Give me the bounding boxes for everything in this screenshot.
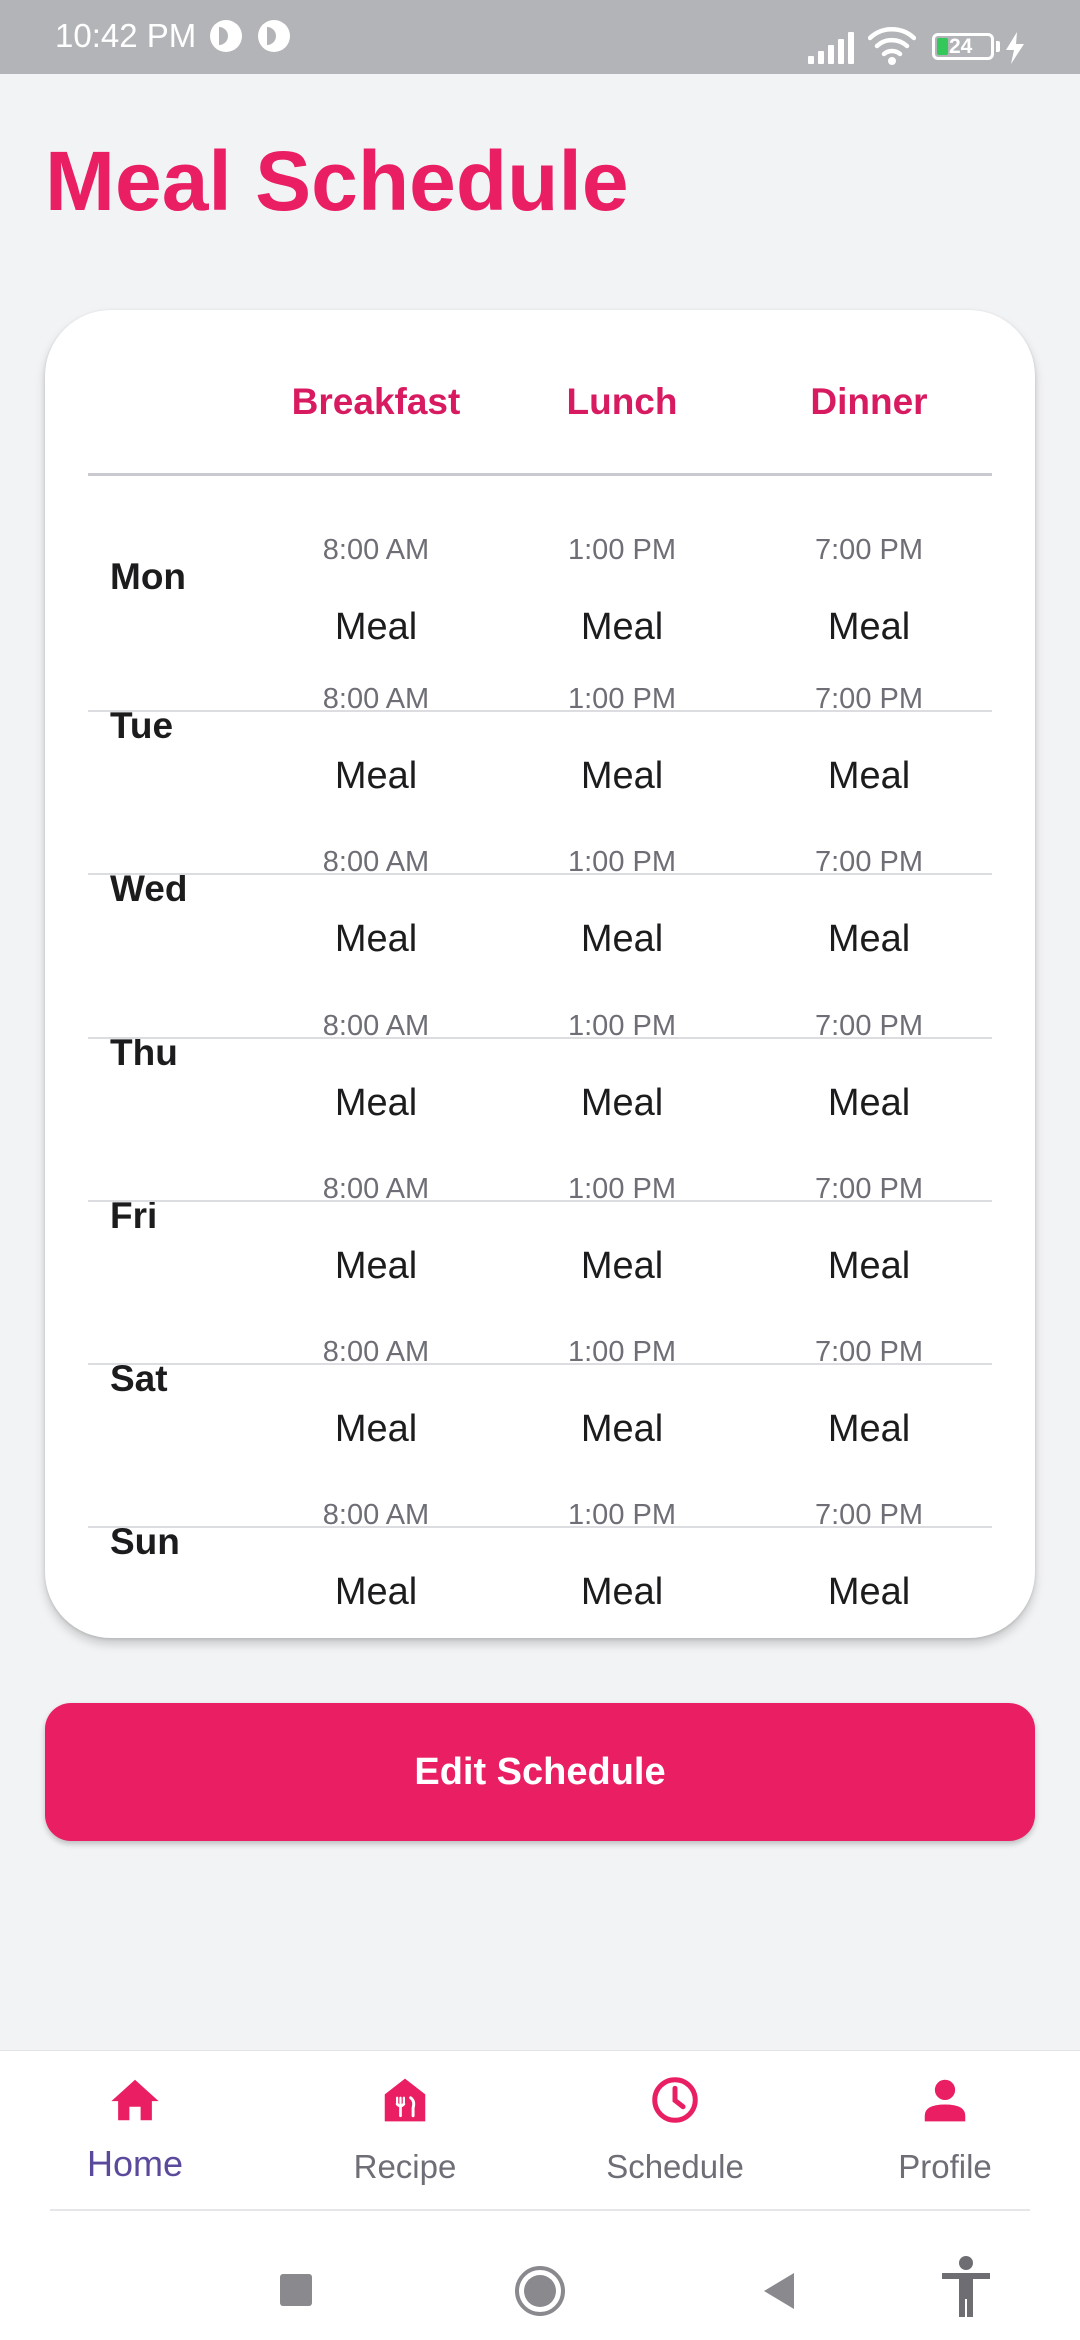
meal-cell[interactable]: Meal <box>759 602 979 652</box>
row-divider <box>88 1037 992 1039</box>
meal-time: 7:00 PM <box>815 1336 923 1368</box>
system-nav-bar <box>0 2211 1080 2340</box>
day-label-wed: Wed <box>110 868 188 909</box>
meal-time: 1:00 PM <box>568 1010 676 1042</box>
column-header-dinner: Dinner <box>810 381 928 422</box>
meal-time: 1:00 PM <box>568 1499 676 1531</box>
recents-icon[interactable] <box>279 2273 313 2307</box>
meal-cell[interactable]: Meal <box>759 914 979 964</box>
meal-cell[interactable]: Meal <box>266 914 486 964</box>
column-header-lunch: Lunch <box>566 381 678 422</box>
row-divider <box>88 873 992 875</box>
meal-time: 1:00 PM <box>568 1336 676 1368</box>
charging-icon <box>1006 32 1024 64</box>
meal-cell[interactable]: Meal <box>266 602 486 652</box>
row-divider <box>88 1200 992 1202</box>
meal-time: 7:00 PM <box>815 1010 923 1042</box>
meal-cell[interactable]: Meal <box>266 1078 486 1128</box>
header-divider <box>88 473 992 476</box>
meal-time: 8:00 AM <box>322 1336 430 1368</box>
day-label-sat: Sat <box>110 1358 168 1399</box>
nav-item-schedule[interactable]: Schedule <box>555 2051 795 2211</box>
wifi-icon <box>868 27 916 65</box>
meal-time: 1:00 PM <box>568 534 676 566</box>
status-bar: 10:42 PM 24 <box>0 0 1080 74</box>
nav-label-schedule: Schedule <box>606 2148 744 2185</box>
meal-cell[interactable]: Meal <box>266 1404 486 1454</box>
bottom-navigation: Home Recipe Schedule Profile <box>0 2050 1080 2211</box>
battery-icon: 24 <box>932 33 994 60</box>
nav-label-recipe: Recipe <box>353 2148 457 2185</box>
day-label-tue: Tue <box>110 705 174 746</box>
day-label-fri: Fri <box>110 1195 158 1236</box>
recipe-icon <box>384 2078 426 2122</box>
meal-time: 7:00 PM <box>815 683 923 715</box>
signal-icon <box>808 32 854 64</box>
meal-time: 7:00 PM <box>815 1173 923 1205</box>
nav-item-home[interactable]: Home <box>15 2051 255 2211</box>
back-icon[interactable] <box>762 2271 796 2311</box>
notification-app-icon <box>258 20 290 52</box>
clock-icon <box>652 2077 698 2123</box>
notification-app-icon <box>210 20 242 52</box>
meal-time: 8:00 AM <box>322 846 430 878</box>
page-title: Meal Schedule <box>45 134 629 228</box>
nav-item-profile[interactable]: Profile <box>825 2051 1065 2211</box>
meal-cell[interactable]: Meal <box>759 1241 979 1291</box>
meal-time: 7:00 PM <box>815 1499 923 1531</box>
status-time: 10:42 PM <box>55 17 197 54</box>
meal-cell[interactable]: Meal <box>512 1078 732 1128</box>
nav-label-profile: Profile <box>898 2148 992 2185</box>
meal-cell[interactable]: Meal <box>266 1567 486 1617</box>
meal-time: 7:00 PM <box>815 846 923 878</box>
meal-time: 8:00 AM <box>322 1010 430 1042</box>
meal-time: 1:00 PM <box>568 683 676 715</box>
day-label-mon: Mon <box>110 556 187 597</box>
nav-item-recipe[interactable]: Recipe <box>285 2051 525 2211</box>
meal-cell[interactable]: Meal <box>759 1567 979 1617</box>
day-label-sun: Sun <box>110 1521 180 1562</box>
row-divider <box>88 710 992 712</box>
meal-cell[interactable]: Meal <box>759 1078 979 1128</box>
meal-cell[interactable]: Meal <box>759 751 979 801</box>
edit-schedule-button[interactable]: Edit Schedule <box>45 1703 1035 1841</box>
meal-time: 8:00 AM <box>322 1499 430 1531</box>
row-divider <box>88 1363 992 1365</box>
meal-cell[interactable]: Meal <box>512 1404 732 1454</box>
meal-cell[interactable]: Meal <box>512 602 732 652</box>
meal-cell[interactable]: Meal <box>266 751 486 801</box>
meal-time: 1:00 PM <box>568 1173 676 1205</box>
meal-cell[interactable]: Meal <box>266 1241 486 1291</box>
nav-label-home: Home <box>86 2143 184 2184</box>
day-label-thu: Thu <box>110 1032 178 1073</box>
meal-cell[interactable]: Meal <box>512 751 732 801</box>
column-header-breakfast: Breakfast <box>291 381 461 422</box>
battery-level: 24 <box>949 35 973 58</box>
row-divider <box>88 1526 992 1528</box>
home-icon <box>111 2079 159 2121</box>
meal-cell[interactable]: Meal <box>512 1567 732 1617</box>
meal-time: 8:00 AM <box>322 534 430 566</box>
accessibility-icon[interactable] <box>940 2255 992 2319</box>
meal-cell[interactable]: Meal <box>512 1241 732 1291</box>
meal-cell[interactable]: Meal <box>512 914 732 964</box>
meal-time: 1:00 PM <box>568 846 676 878</box>
meal-time: 8:00 AM <box>322 1173 430 1205</box>
meal-cell[interactable]: Meal <box>759 1404 979 1454</box>
meal-time: 7:00 PM <box>815 534 923 566</box>
person-icon <box>924 2079 966 2122</box>
meal-time: 8:00 AM <box>322 683 430 715</box>
home-button-icon[interactable] <box>514 2265 566 2317</box>
